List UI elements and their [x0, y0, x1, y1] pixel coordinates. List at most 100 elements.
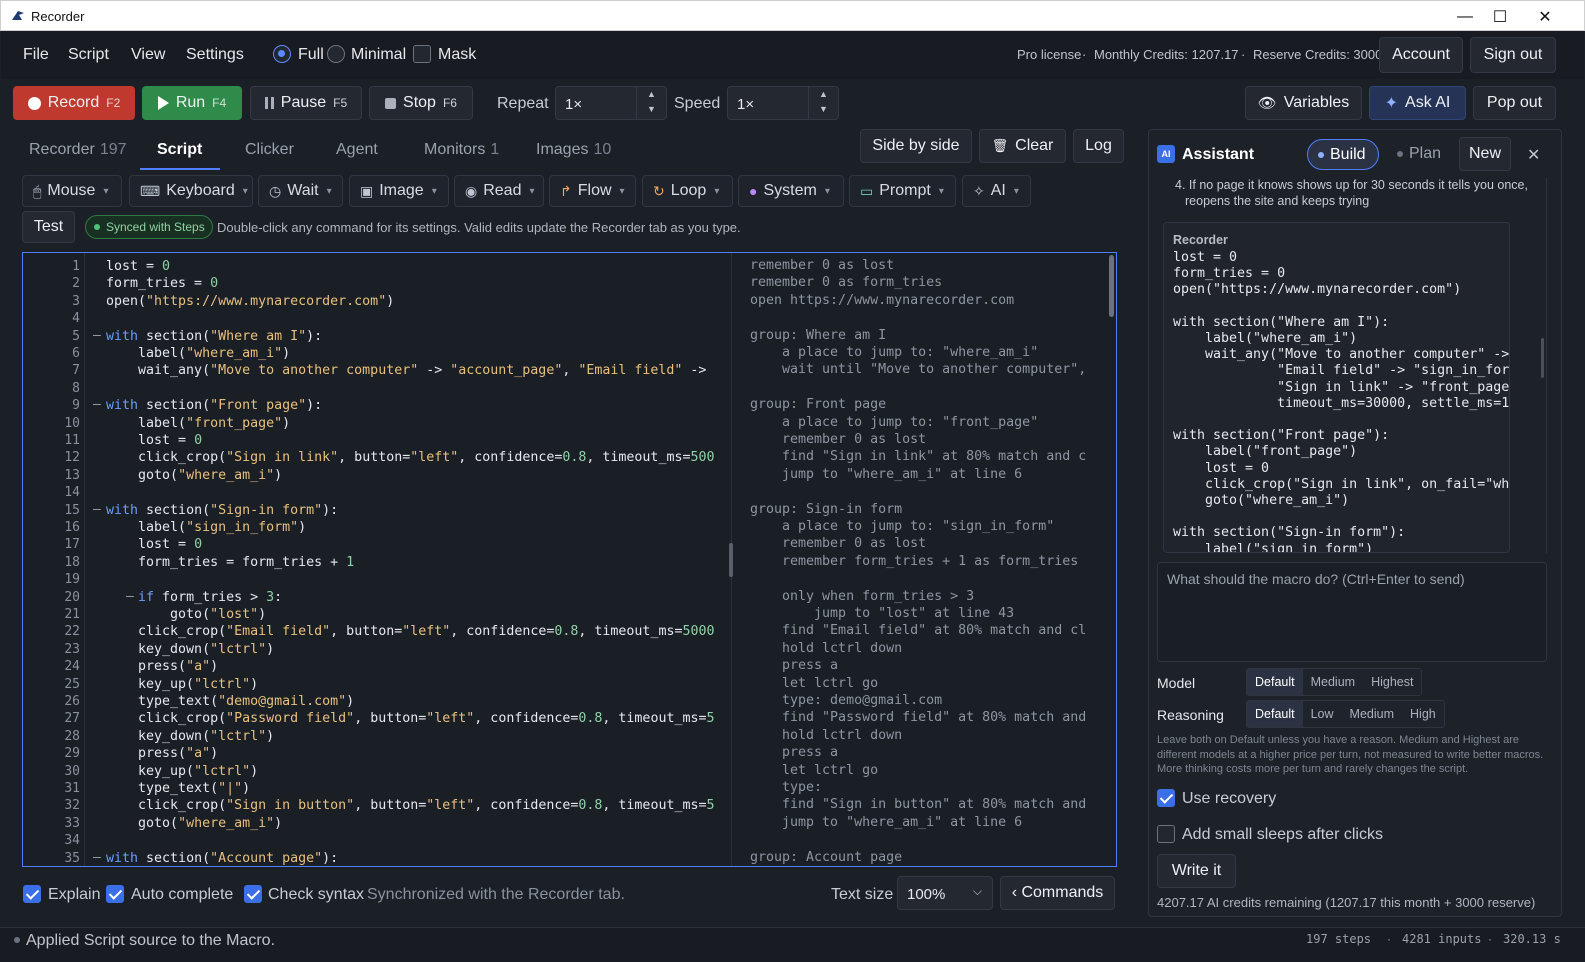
new-chat-button[interactable]: New	[1459, 137, 1511, 171]
code-line[interactable]: type_text("demo@gmail.com")	[106, 693, 354, 710]
code-line[interactable]: key_up("lctrl")	[106, 763, 258, 780]
code-line[interactable]: goto("where_am_i")	[106, 467, 282, 484]
menu-file[interactable]: File	[23, 46, 49, 64]
menu-script[interactable]: Script	[68, 46, 109, 64]
maximize-button[interactable]: ☐	[1477, 1, 1523, 32]
check-syntax-checkbox[interactable]	[244, 885, 262, 903]
code-line[interactable]: form_tries = 0	[106, 275, 218, 292]
clear-button[interactable]: 🗑 Clear	[979, 129, 1066, 163]
code-line[interactable]: click_crop("Sign in button", button="lef…	[106, 797, 714, 814]
tab-agent[interactable]: Agent	[336, 141, 378, 159]
log-button[interactable]: Log	[1073, 129, 1124, 163]
cmd-keyboard[interactable]: ⌨ Keyboard ▾	[129, 175, 253, 207]
use-recovery-checkbox[interactable]	[1157, 789, 1175, 807]
code-line[interactable]: with section("Account page"):	[106, 850, 338, 866]
stop-button[interactable]: Stop F6	[369, 86, 473, 120]
model-option[interactable]: Medium	[1303, 669, 1363, 695]
script-editor[interactable]: 1 2 3 4 5 6 7 8 9 10 11 12 13 14 15 16 17 18 19 20 21 22 23 24 2…	[22, 252, 1117, 867]
repeat-spinner[interactable]: 1× ▲ ▼	[555, 86, 667, 120]
spinner-arrows-icon[interactable]: ▲ ▼	[636, 87, 666, 119]
fold-toggle-icon[interactable]: –	[93, 850, 101, 865]
sign-out-button[interactable]: Sign out	[1470, 37, 1556, 73]
cmd-image[interactable]: ▣ Image ▾	[349, 175, 449, 207]
menu-view[interactable]: View	[131, 46, 165, 64]
small-sleeps-label[interactable]: Add small sleeps after clicks	[1182, 826, 1383, 844]
explain-label[interactable]: Explain	[48, 886, 100, 904]
text-size-select[interactable]: 100% ⌵	[897, 876, 993, 910]
fold-toggle-icon[interactable]: –	[93, 328, 101, 343]
cmd-loop[interactable]: ↻ Loop ▾	[642, 175, 733, 207]
tab-monitors[interactable]: Monitors 1	[424, 141, 499, 159]
mode-minimal-radio[interactable]	[327, 45, 345, 63]
side-by-side-button[interactable]: Side by side	[860, 129, 972, 163]
code-line[interactable]: with section("Front page"):	[106, 397, 322, 414]
code-line[interactable]: click_crop("Password field", button="lef…	[106, 710, 714, 727]
ask-ai-button[interactable]: ✦ Ask AI	[1369, 86, 1466, 120]
account-button[interactable]: Account	[1379, 37, 1463, 73]
cmd-mouse[interactable]: 🖱 Mouse ▾	[22, 175, 122, 207]
code-line[interactable]: wait_any("Move to another computer" -> "…	[106, 362, 706, 379]
pop-out-button[interactable]: Pop out	[1473, 86, 1556, 120]
explain-checkbox[interactable]	[23, 885, 41, 903]
cmd-read[interactable]: ◉ Read ▾	[454, 175, 544, 207]
code-line[interactable]: open("https://www.mynarecorder.com")	[106, 293, 394, 310]
speed-spinner[interactable]: 1× ▲ ▼	[727, 86, 839, 120]
code-line[interactable]: with section("Where am I"):	[106, 328, 322, 345]
code-line[interactable]: type_text("|")	[106, 780, 250, 797]
code-line[interactable]: goto("where_am_i")	[106, 815, 282, 832]
reasoning-option[interactable]: High	[1402, 701, 1444, 727]
mode-full-label[interactable]: Full	[298, 46, 324, 64]
menu-settings[interactable]: Settings	[186, 46, 244, 64]
mask-label[interactable]: Mask	[438, 46, 476, 64]
code-line[interactable]: press("a")	[106, 745, 218, 762]
spinner-arrows-icon[interactable]: ▲ ▼	[808, 87, 838, 119]
code-line[interactable]: key_down("lctrl")	[106, 641, 274, 658]
tab-recorder[interactable]: Recorder 197	[29, 141, 127, 159]
code-line[interactable]: press("a")	[106, 658, 218, 675]
variables-button[interactable]: 👁 Variables	[1245, 86, 1362, 120]
code-line[interactable]: lost = 0	[106, 432, 202, 449]
model-option[interactable]: Highest	[1363, 669, 1421, 695]
fold-toggle-icon[interactable]: –	[93, 397, 101, 412]
code-line[interactable]: key_down("lctrl")	[106, 728, 274, 745]
code-line[interactable]: click_crop("Sign in link", button="left"…	[106, 449, 714, 466]
split-handle[interactable]	[729, 543, 733, 577]
plan-mode-button[interactable]: Plan	[1387, 139, 1453, 170]
code-line[interactable]: form_tries = form_tries + 1	[106, 554, 354, 571]
close-window-button[interactable]: ✕	[1522, 1, 1568, 32]
autocomplete-label[interactable]: Auto complete	[131, 886, 233, 904]
mask-checkbox[interactable]	[413, 45, 431, 63]
prompt-input[interactable]: What should the macro do? (Ctrl+Enter to…	[1157, 562, 1547, 662]
record-button[interactable]: Record F2	[13, 86, 135, 120]
code-line[interactable]: goto("lost")	[106, 606, 266, 623]
fold-toggle-icon[interactable]: –	[93, 502, 101, 517]
mode-full-radio[interactable]	[273, 45, 291, 63]
tab-clicker[interactable]: Clicker	[245, 141, 294, 159]
build-mode-button[interactable]: Build	[1307, 139, 1379, 170]
code-line[interactable]: lost = 0	[106, 258, 170, 275]
autocomplete-checkbox[interactable]	[106, 885, 124, 903]
cmd-system[interactable]: ● System ▾	[738, 175, 844, 207]
code-line[interactable]: label("where_am_i")	[106, 345, 290, 362]
cmd-ai[interactable]: ✧ AI ▾	[962, 175, 1031, 207]
pause-button[interactable]: Pause F5	[250, 86, 362, 120]
reasoning-option[interactable]: Medium	[1342, 701, 1402, 727]
scrollbar[interactable]	[1109, 255, 1114, 317]
code-line[interactable]: lost = 0	[106, 536, 202, 553]
commands-toggle-button[interactable]: ‹ Commands	[1000, 876, 1115, 910]
use-recovery-label[interactable]: Use recovery	[1182, 790, 1276, 808]
run-button[interactable]: Run F4	[142, 86, 242, 120]
tab-images[interactable]: Images 10	[536, 141, 611, 159]
model-option[interactable]: Default	[1247, 669, 1303, 695]
code-line[interactable]: key_up("lctrl")	[106, 676, 258, 693]
code-line[interactable]: click_crop("Email field", button="left",…	[106, 623, 714, 640]
reasoning-selector[interactable]: Default Low Medium High	[1246, 700, 1445, 728]
fold-toggle-icon[interactable]: –	[126, 589, 134, 604]
chat-scrollbar[interactable]	[1541, 338, 1544, 378]
tab-script[interactable]: Script	[157, 141, 202, 159]
cmd-wait[interactable]: ◷ Wait ▾	[258, 175, 343, 207]
reasoning-option[interactable]: Default	[1247, 701, 1303, 727]
code-line[interactable]: with section("Sign-in form"):	[106, 502, 338, 519]
model-selector[interactable]: Default Medium Highest	[1246, 668, 1423, 696]
mode-minimal-label[interactable]: Minimal	[351, 46, 406, 64]
